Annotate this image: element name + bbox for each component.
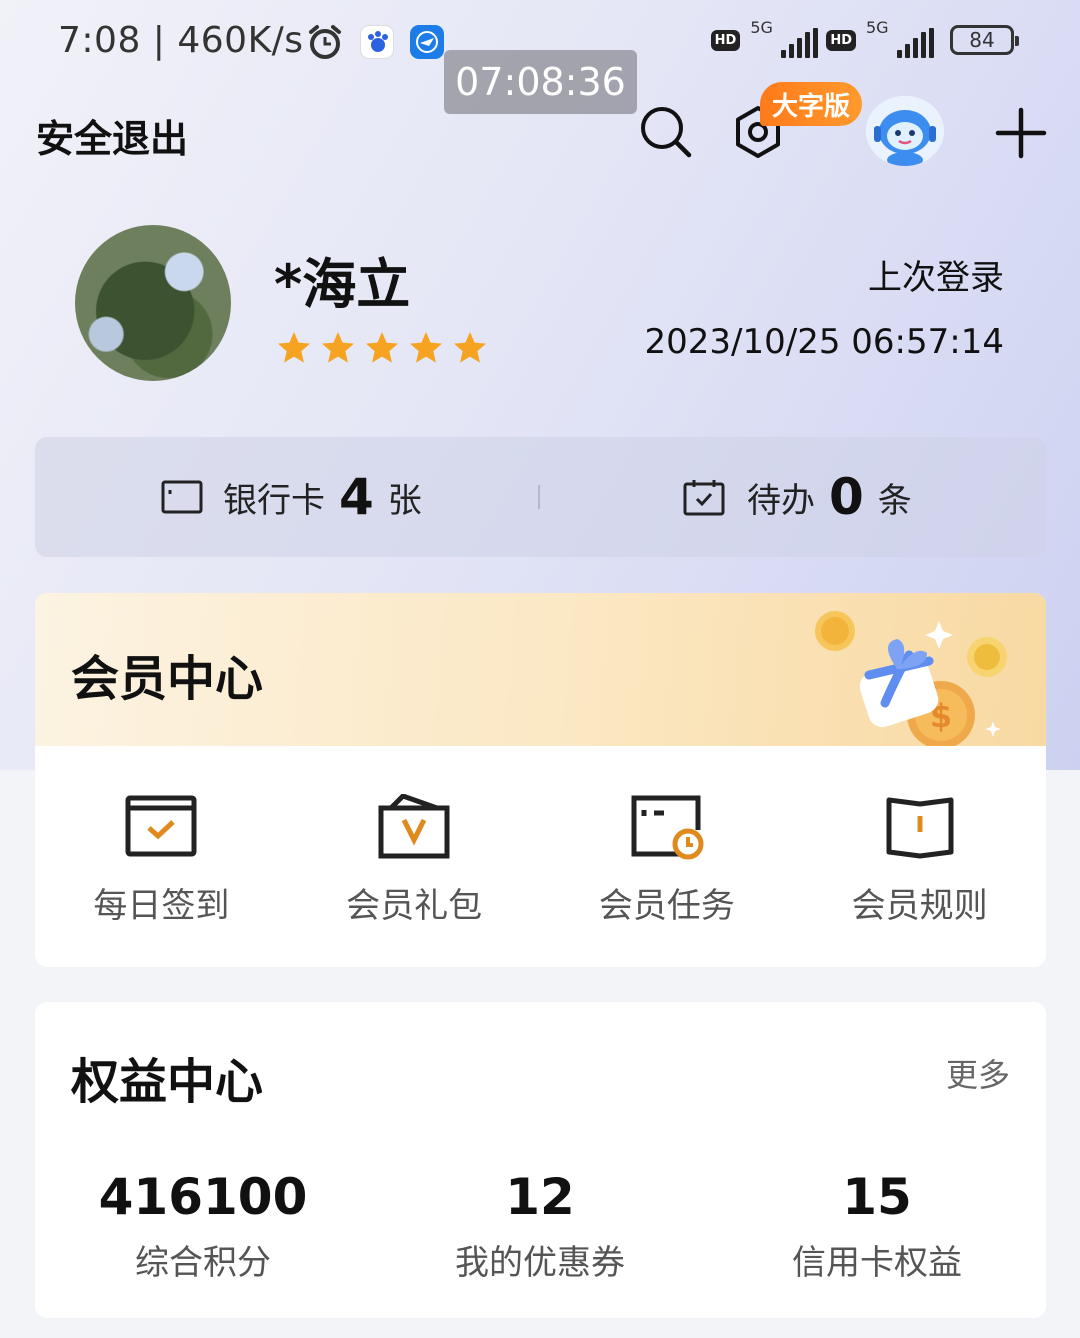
logout-button[interactable]: 安全退出 <box>36 108 188 163</box>
star-icon <box>322 332 354 363</box>
member-gift-label: 会员礼包 <box>346 886 483 926</box>
bank-card-count: 4 <box>339 468 374 526</box>
member-center-banner[interactable]: 会员中心 $ <box>35 593 1046 746</box>
todo-label: 待办 <box>747 480 815 521</box>
rights-center-card: 权益中心 更多 416100 综合积分 12 我的优惠券 15 信用卡权益 <box>35 1002 1046 1318</box>
points-stat[interactable]: 416100 综合积分 <box>35 1167 371 1284</box>
account-summary: 银行卡 4 张 待办 0 条 <box>35 437 1046 557</box>
add-icon[interactable] <box>994 106 1048 160</box>
travel-app-icon <box>410 25 444 59</box>
gift-coins-illustration: $ <box>815 611 1007 746</box>
star-icon <box>278 332 310 363</box>
hd-icon: HD <box>826 29 856 51</box>
rights-more-link[interactable]: 更多 <box>946 1050 1010 1096</box>
member-task-button[interactable]: 会员任务 <box>541 746 794 967</box>
member-center-title: 会员中心 <box>71 651 264 707</box>
user-avatar[interactable] <box>75 225 231 381</box>
member-rules-button[interactable]: 会员规则 <box>793 746 1046 967</box>
bank-card-icon <box>161 480 203 514</box>
coupons-stat[interactable]: 12 我的优惠券 <box>372 1167 708 1284</box>
todo-unit: 条 <box>877 480 912 521</box>
credit-card-rights-label: 信用卡权益 <box>792 1243 962 1283</box>
big-font-badge[interactable]: 大字版 <box>760 82 863 126</box>
member-gift-button[interactable]: 会员礼包 <box>288 746 541 967</box>
star-icon <box>366 332 398 363</box>
todo-count: 0 <box>829 468 864 526</box>
points-label: 综合积分 <box>135 1243 271 1283</box>
hd-icon: HD <box>710 29 741 51</box>
todo-calendar-icon <box>683 480 725 516</box>
status-time: 7:08 | 460K/s <box>58 20 304 61</box>
bank-card-label: 银行卡 <box>223 480 325 521</box>
member-functions: 每日签到 会员礼包 会员任务 会员规则 <box>35 746 1046 967</box>
bank-card-unit: 张 <box>387 480 422 521</box>
points-value: 416100 <box>98 1168 308 1226</box>
search-icon[interactable] <box>638 104 694 160</box>
rights-center-title: 权益中心 <box>71 1054 264 1110</box>
star-rating <box>276 330 488 366</box>
signal-icon: 5G <box>748 18 819 58</box>
credit-card-rights-value: 15 <box>842 1168 912 1226</box>
signal-icon: 5G <box>864 18 934 58</box>
rule-book-icon <box>886 797 954 859</box>
clock-overlay: 07:08:36 <box>444 50 637 114</box>
last-login-time: 2023/10/25 06:57:14 <box>644 322 1004 362</box>
user-name: *海立 <box>274 253 411 316</box>
credit-card-rights-stat[interactable]: 15 信用卡权益 <box>709 1167 1045 1284</box>
gift-bag-icon <box>378 794 450 859</box>
last-login-label: 上次登录 <box>868 258 1004 298</box>
member-task-label: 会员任务 <box>598 886 735 926</box>
task-clock-icon <box>631 795 704 860</box>
todo-summary[interactable]: 待办 0 条 <box>683 437 912 557</box>
star-icon <box>454 332 486 363</box>
status-indicators: HD 5G HD 5G 84 <box>710 18 1019 58</box>
star-icon <box>410 332 442 363</box>
daily-checkin-label: 每日签到 <box>93 886 230 926</box>
assistant-avatar-icon[interactable] <box>866 96 944 166</box>
member-rules-label: 会员规则 <box>851 886 988 926</box>
bank-card-summary[interactable]: 银行卡 4 张 <box>161 437 422 557</box>
coupons-value: 12 <box>505 1168 575 1226</box>
baidu-app-icon <box>360 25 394 59</box>
daily-checkin-button[interactable]: 每日签到 <box>35 746 288 967</box>
calendar-check-icon <box>125 795 197 857</box>
member-center-card: 会员中心 $ 每日签到 会员礼包 会员任务 会员规则 <box>35 593 1046 967</box>
summary-divider <box>538 485 540 509</box>
coupons-label: 我的优惠券 <box>455 1243 625 1283</box>
alarm-icon <box>309 25 341 59</box>
battery-indicator: 84 <box>950 25 1019 55</box>
